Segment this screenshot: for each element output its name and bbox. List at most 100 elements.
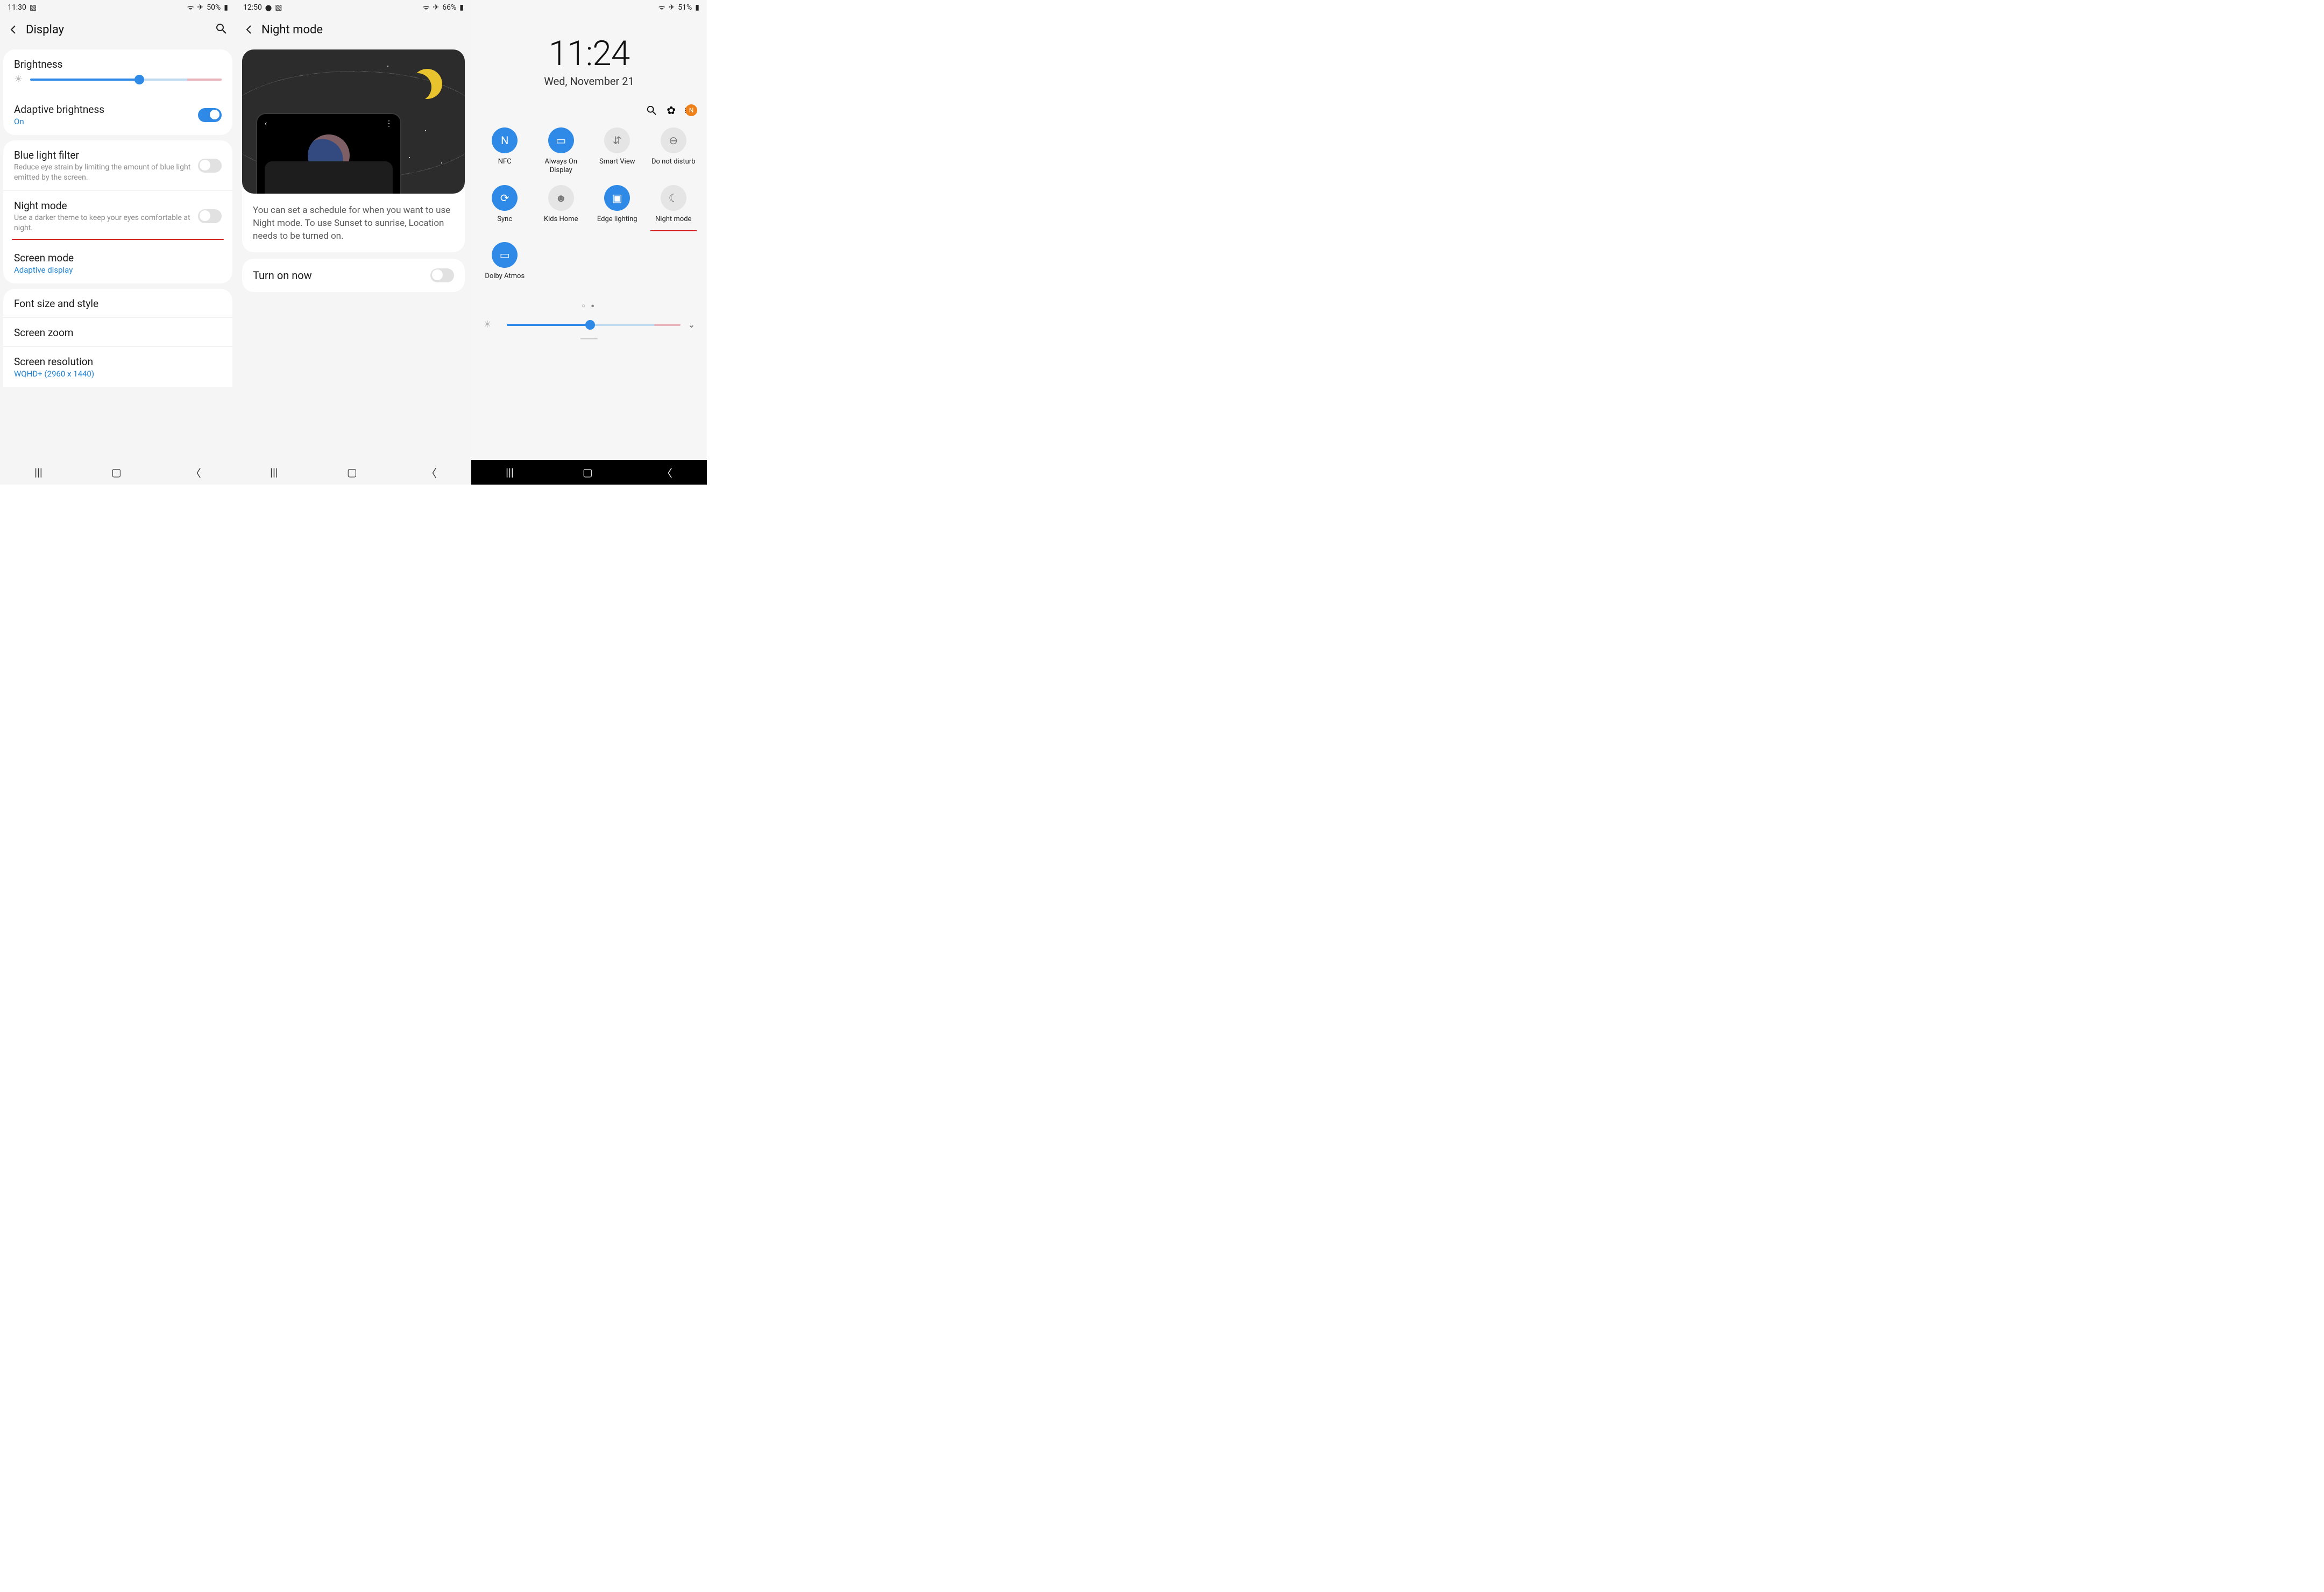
airplane-icon: ✈ xyxy=(197,3,204,12)
qs-tile-do-not-disturb[interactable]: ⊖ Do not disturb xyxy=(646,127,702,174)
recents-button[interactable]: ||| xyxy=(270,466,278,479)
brightness-card: Brightness ☀ Adaptive brightness On xyxy=(3,49,232,135)
status-bar: 12:50 ⬤ ▧ ᯤ ✈ 66% ▮ xyxy=(236,0,471,15)
clock: 11:24 Wed, November 21 xyxy=(471,33,707,88)
back-nav-button[interactable]: 〈 xyxy=(190,465,201,480)
app-badge-icon: ⬤ xyxy=(265,4,272,11)
page-title: Display xyxy=(26,23,215,37)
screen-mode-row[interactable]: Screen mode Adaptive display xyxy=(14,252,222,275)
battery-icon: ▮ xyxy=(459,3,464,12)
qs-tile-icon: ▭ xyxy=(548,127,574,153)
qs-tile-label: Smart View xyxy=(599,158,635,174)
picture-icon: ▧ xyxy=(30,3,37,12)
qs-tile-icon: ⟳ xyxy=(492,185,518,211)
qs-tile-icon: N xyxy=(492,127,518,153)
status-bar: ᯤ ✈ 51% ▮ xyxy=(471,0,707,15)
home-button[interactable]: ▢ xyxy=(111,466,122,479)
clock-time: 11:24 xyxy=(471,33,707,74)
turn-on-now-label: Turn on now xyxy=(253,269,312,282)
screen-resolution-row[interactable]: Screen resolution WQHD+ (2960 x 1440) xyxy=(3,347,232,386)
home-button[interactable]: ▢ xyxy=(583,466,593,479)
qs-tile-smart-view[interactable]: ⇵ Smart View xyxy=(589,127,646,174)
qs-tile-label: Do not disturb xyxy=(651,158,696,174)
night-mode-toggle[interactable] xyxy=(198,209,222,223)
blue-light-toggle[interactable] xyxy=(198,159,222,173)
battery-pct: 66% xyxy=(442,3,456,12)
brightness-slider[interactable]: ☀ xyxy=(3,74,232,95)
status-time: 11:30 xyxy=(8,3,26,12)
phone-display-settings: 11:30 ▧ ᯤ ✈ 50% ▮ Display Brightness ☀ A… xyxy=(0,0,236,485)
screen-zoom-row[interactable]: Screen zoom xyxy=(3,318,232,347)
notification-badge[interactable]: N⋮ xyxy=(685,104,697,116)
qs-tile-kids-home[interactable]: ☻ Kids Home xyxy=(533,185,590,231)
quick-settings-grid: N NFC ▭ Always On Display ⇵ Smart View ⊖ Do not… xyxy=(471,121,707,288)
phone-night-mode: 12:50 ⬤ ▧ ᯤ ✈ 66% ▮ Night mode ‹⋮ You ca… xyxy=(236,0,471,485)
qs-tile-icon: ▭ xyxy=(492,242,518,268)
battery-pct: 50% xyxy=(207,3,221,12)
home-button[interactable]: ▢ xyxy=(347,466,357,479)
back-button[interactable] xyxy=(242,23,256,37)
display-modes-card: Blue light filter Reduce eye strain by l… xyxy=(3,140,232,283)
qs-tile-always-on-display[interactable]: ▭ Always On Display xyxy=(533,127,590,174)
page-title: Night mode xyxy=(261,23,465,37)
turn-on-now-toggle[interactable] xyxy=(430,268,454,282)
recents-button[interactable]: ||| xyxy=(34,466,42,479)
back-nav-button[interactable]: 〈 xyxy=(662,465,672,480)
status-time: 12:50 xyxy=(243,3,262,12)
schedule-info-text: You can set a schedule for when you want… xyxy=(242,188,465,252)
qs-tile-icon: ⊖ xyxy=(661,127,686,153)
qs-tile-label: Kids Home xyxy=(544,215,578,231)
night-mode-row[interactable]: Night mode Use a darker theme to keep yo… xyxy=(14,200,198,233)
nav-bar: ||| ▢ 〈 xyxy=(236,460,471,485)
night-mode-illustration: ‹⋮ xyxy=(242,49,465,194)
qs-tile-label: Night mode xyxy=(655,215,691,231)
highlight-underline xyxy=(650,230,697,231)
airplane-icon: ✈ xyxy=(669,3,675,12)
phone-quick-settings: ᯤ ✈ 51% ▮ 11:24 Wed, November 21 ✿ N⋮ NN… xyxy=(471,0,707,485)
settings-button[interactable]: ✿ xyxy=(667,104,676,117)
battery-pct: 51% xyxy=(678,3,692,12)
nav-bar: ||| ▢ 〈 xyxy=(471,460,707,485)
nav-bar: ||| ▢ 〈 xyxy=(0,460,236,485)
brightness-label: Brightness xyxy=(14,58,62,70)
highlight-underline xyxy=(12,239,224,240)
back-nav-button[interactable]: 〈 xyxy=(426,465,437,480)
sun-icon: ☀ xyxy=(14,74,23,85)
search-button[interactable] xyxy=(646,105,657,116)
brightness-slider[interactable]: ☀ ⌄ xyxy=(471,309,707,330)
airplane-icon: ✈ xyxy=(433,3,440,12)
qs-tile-edge-lighting[interactable]: ▣ Edge lighting xyxy=(589,185,646,231)
qs-tile-icon: ☾ xyxy=(661,185,686,211)
qs-tile-label: NFC xyxy=(498,158,512,174)
back-button[interactable] xyxy=(6,23,20,37)
recents-button[interactable]: ||| xyxy=(506,466,514,479)
qs-tile-nfc[interactable]: N NFC xyxy=(477,127,533,174)
blue-light-filter-row[interactable]: Blue light filter Reduce eye strain by l… xyxy=(14,149,198,183)
battery-icon: ▮ xyxy=(224,3,228,12)
qs-tile-icon: ▣ xyxy=(604,185,630,211)
font-size-row[interactable]: Font size and style xyxy=(3,289,232,318)
expand-icon[interactable]: ⌄ xyxy=(688,319,695,330)
adaptive-brightness-row[interactable]: Adaptive brightness On xyxy=(14,103,198,126)
search-button[interactable] xyxy=(215,23,229,37)
header: Display xyxy=(0,15,236,44)
qs-tile-label: Dolby Atmos xyxy=(485,272,525,288)
turn-on-now-row[interactable]: Turn on now xyxy=(242,259,465,292)
wifi-icon: ᯤ xyxy=(423,3,430,13)
picture-icon: ▧ xyxy=(275,3,282,12)
header: Night mode xyxy=(236,15,471,44)
font-card: Font size and style Screen zoom Screen r… xyxy=(3,289,232,387)
clock-date: Wed, November 21 xyxy=(471,75,707,88)
qs-tile-sync[interactable]: ⟳ Sync xyxy=(477,185,533,231)
qs-tile-label: Sync xyxy=(497,215,512,231)
qs-tile-dolby-atmos[interactable]: ▭ Dolby Atmos xyxy=(477,242,533,288)
qs-tile-label: Always On Display xyxy=(533,158,590,174)
adaptive-brightness-toggle[interactable] xyxy=(198,108,222,122)
qs-tile-icon: ☻ xyxy=(548,185,574,211)
qs-tile-icon: ⇵ xyxy=(604,127,630,153)
qs-tile-night-mode[interactable]: ☾ Night mode xyxy=(646,185,702,231)
status-bar: 11:30 ▧ ᯤ ✈ 50% ▮ xyxy=(0,0,236,15)
panel-handle[interactable] xyxy=(580,338,598,339)
qs-tile-label: Edge lighting xyxy=(597,215,637,231)
wifi-icon: ᯤ xyxy=(658,3,665,13)
